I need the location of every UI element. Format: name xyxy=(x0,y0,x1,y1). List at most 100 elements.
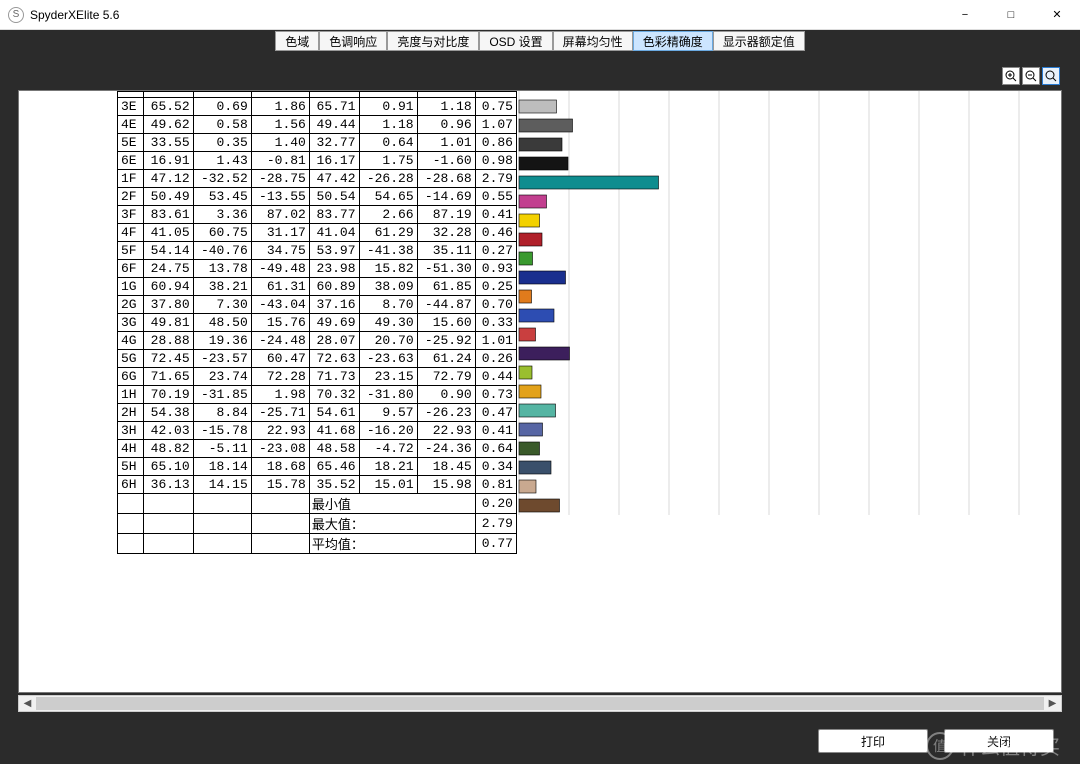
content-frame: 3E65.520.691.8665.710.911.180.754E49.620… xyxy=(0,52,1080,718)
row-val: 0.25 xyxy=(475,278,516,296)
tab-0[interactable]: 色域 xyxy=(275,31,319,51)
row-label: 5F xyxy=(118,242,144,260)
row-val: -23.57 xyxy=(193,350,251,368)
bar xyxy=(519,480,536,493)
table-row: 2H54.388.84-25.7154.619.57-26.230.47 xyxy=(118,404,517,422)
row-val: 0.55 xyxy=(475,188,516,206)
tab-4[interactable]: 屏幕均匀性 xyxy=(553,31,633,51)
row-val: 72.45 xyxy=(144,350,194,368)
summary-label: 最小值 xyxy=(309,494,475,514)
row-val: 0.93 xyxy=(475,260,516,278)
row-val: 0.96 xyxy=(417,116,475,134)
table-row: 3E65.520.691.8665.710.911.180.75 xyxy=(118,98,517,116)
bar xyxy=(519,233,542,246)
table-row: 3G49.8148.5015.7649.6949.3015.600.33 xyxy=(118,314,517,332)
tab-5[interactable]: 色彩精确度 xyxy=(633,31,713,51)
row-val: 8.84 xyxy=(193,404,251,422)
row-val: -4.72 xyxy=(359,440,417,458)
row-label: 2G xyxy=(118,296,144,314)
row-label: 4F xyxy=(118,224,144,242)
row-label: 6G xyxy=(118,368,144,386)
row-val: -24.48 xyxy=(251,332,309,350)
row-val: 70.32 xyxy=(309,386,359,404)
row-val: 0.33 xyxy=(475,314,516,332)
row-val: 83.61 xyxy=(144,206,194,224)
row-val: 87.02 xyxy=(251,206,309,224)
bar xyxy=(519,423,543,436)
row-val: 23.15 xyxy=(359,368,417,386)
row-val: -16.20 xyxy=(359,422,417,440)
row-label: 5G xyxy=(118,350,144,368)
row-val: 41.05 xyxy=(144,224,194,242)
row-val: 34.75 xyxy=(251,242,309,260)
row-label: 4E xyxy=(118,116,144,134)
bar xyxy=(519,252,533,265)
row-label: 6H xyxy=(118,476,144,494)
row-val: 15.01 xyxy=(359,476,417,494)
titlebar: S SpyderXElite 5.6 − □ ✕ xyxy=(0,0,1080,30)
row-val: 71.73 xyxy=(309,368,359,386)
horizontal-scrollbar[interactable]: ◀ ▶ xyxy=(18,695,1062,712)
row-val: 32.77 xyxy=(309,134,359,152)
tab-2[interactable]: 亮度与对比度 xyxy=(387,31,479,51)
row-val: 72.63 xyxy=(309,350,359,368)
row-val: -23.63 xyxy=(359,350,417,368)
row-val: 49.44 xyxy=(309,116,359,134)
close-window-button[interactable]: ✕ xyxy=(1034,0,1080,30)
row-label: 6E xyxy=(118,152,144,170)
row-val: 0.58 xyxy=(193,116,251,134)
tab-6[interactable]: 显示器额定值 xyxy=(713,31,805,51)
row-val: 0.69 xyxy=(193,98,251,116)
zoom-in-button[interactable] xyxy=(1002,67,1020,85)
row-val: 18.14 xyxy=(193,458,251,476)
minimize-button[interactable]: − xyxy=(942,0,988,30)
scroll-right-arrow[interactable]: ▶ xyxy=(1044,696,1061,711)
app-icon: S xyxy=(8,7,24,23)
row-val: 7.30 xyxy=(193,296,251,314)
bar xyxy=(519,271,566,284)
tab-3[interactable]: OSD 设置 xyxy=(479,31,552,51)
table-row: 4H48.82-5.11-23.0848.58-4.72-24.360.64 xyxy=(118,440,517,458)
row-label: 1G xyxy=(118,278,144,296)
row-val: 1.01 xyxy=(475,332,516,350)
tab-1[interactable]: 色调响应 xyxy=(319,31,387,51)
row-val: 41.68 xyxy=(309,422,359,440)
row-val: 0.46 xyxy=(475,224,516,242)
row-val: -49.48 xyxy=(251,260,309,278)
bar xyxy=(519,442,540,455)
row-val: 72.28 xyxy=(251,368,309,386)
zoom-out-button[interactable] xyxy=(1022,67,1040,85)
close-button[interactable]: 关闭 xyxy=(944,729,1054,753)
row-val: 0.70 xyxy=(475,296,516,314)
report-scroll[interactable]: 3E65.520.691.8665.710.911.180.754E49.620… xyxy=(18,90,1062,693)
scroll-thumb[interactable] xyxy=(36,697,1044,710)
row-val: 1.86 xyxy=(251,98,309,116)
row-val: 14.15 xyxy=(193,476,251,494)
row-val: -31.85 xyxy=(193,386,251,404)
row-val: 54.65 xyxy=(359,188,417,206)
bar-chart xyxy=(518,91,1020,515)
table-row: 4E49.620.581.5649.441.180.961.07 xyxy=(118,116,517,134)
row-val: 65.71 xyxy=(309,98,359,116)
zoom-fit-button[interactable] xyxy=(1042,67,1060,85)
summary-val: 2.79 xyxy=(475,514,516,534)
table-row: 5G72.45-23.5760.4772.63-23.6361.240.26 xyxy=(118,350,517,368)
table-row: 2F50.4953.45-13.5550.5454.65-14.690.55 xyxy=(118,188,517,206)
scroll-left-arrow[interactable]: ◀ xyxy=(19,696,36,711)
row-val: 0.47 xyxy=(475,404,516,422)
row-val: -1.60 xyxy=(417,152,475,170)
print-button[interactable]: 打印 xyxy=(818,729,928,753)
row-val: -23.08 xyxy=(251,440,309,458)
row-val: -41.38 xyxy=(359,242,417,260)
row-val: 0.41 xyxy=(475,206,516,224)
row-label: 2H xyxy=(118,404,144,422)
row-val: 0.26 xyxy=(475,350,516,368)
row-val: 54.14 xyxy=(144,242,194,260)
row-val: -5.11 xyxy=(193,440,251,458)
row-val: 1.43 xyxy=(193,152,251,170)
chart-zone: 3E65.520.691.8665.710.911.180.754E49.620… xyxy=(117,91,1062,554)
row-val: 48.82 xyxy=(144,440,194,458)
row-val: 3.36 xyxy=(193,206,251,224)
maximize-button[interactable]: □ xyxy=(988,0,1034,30)
bar xyxy=(519,157,568,170)
